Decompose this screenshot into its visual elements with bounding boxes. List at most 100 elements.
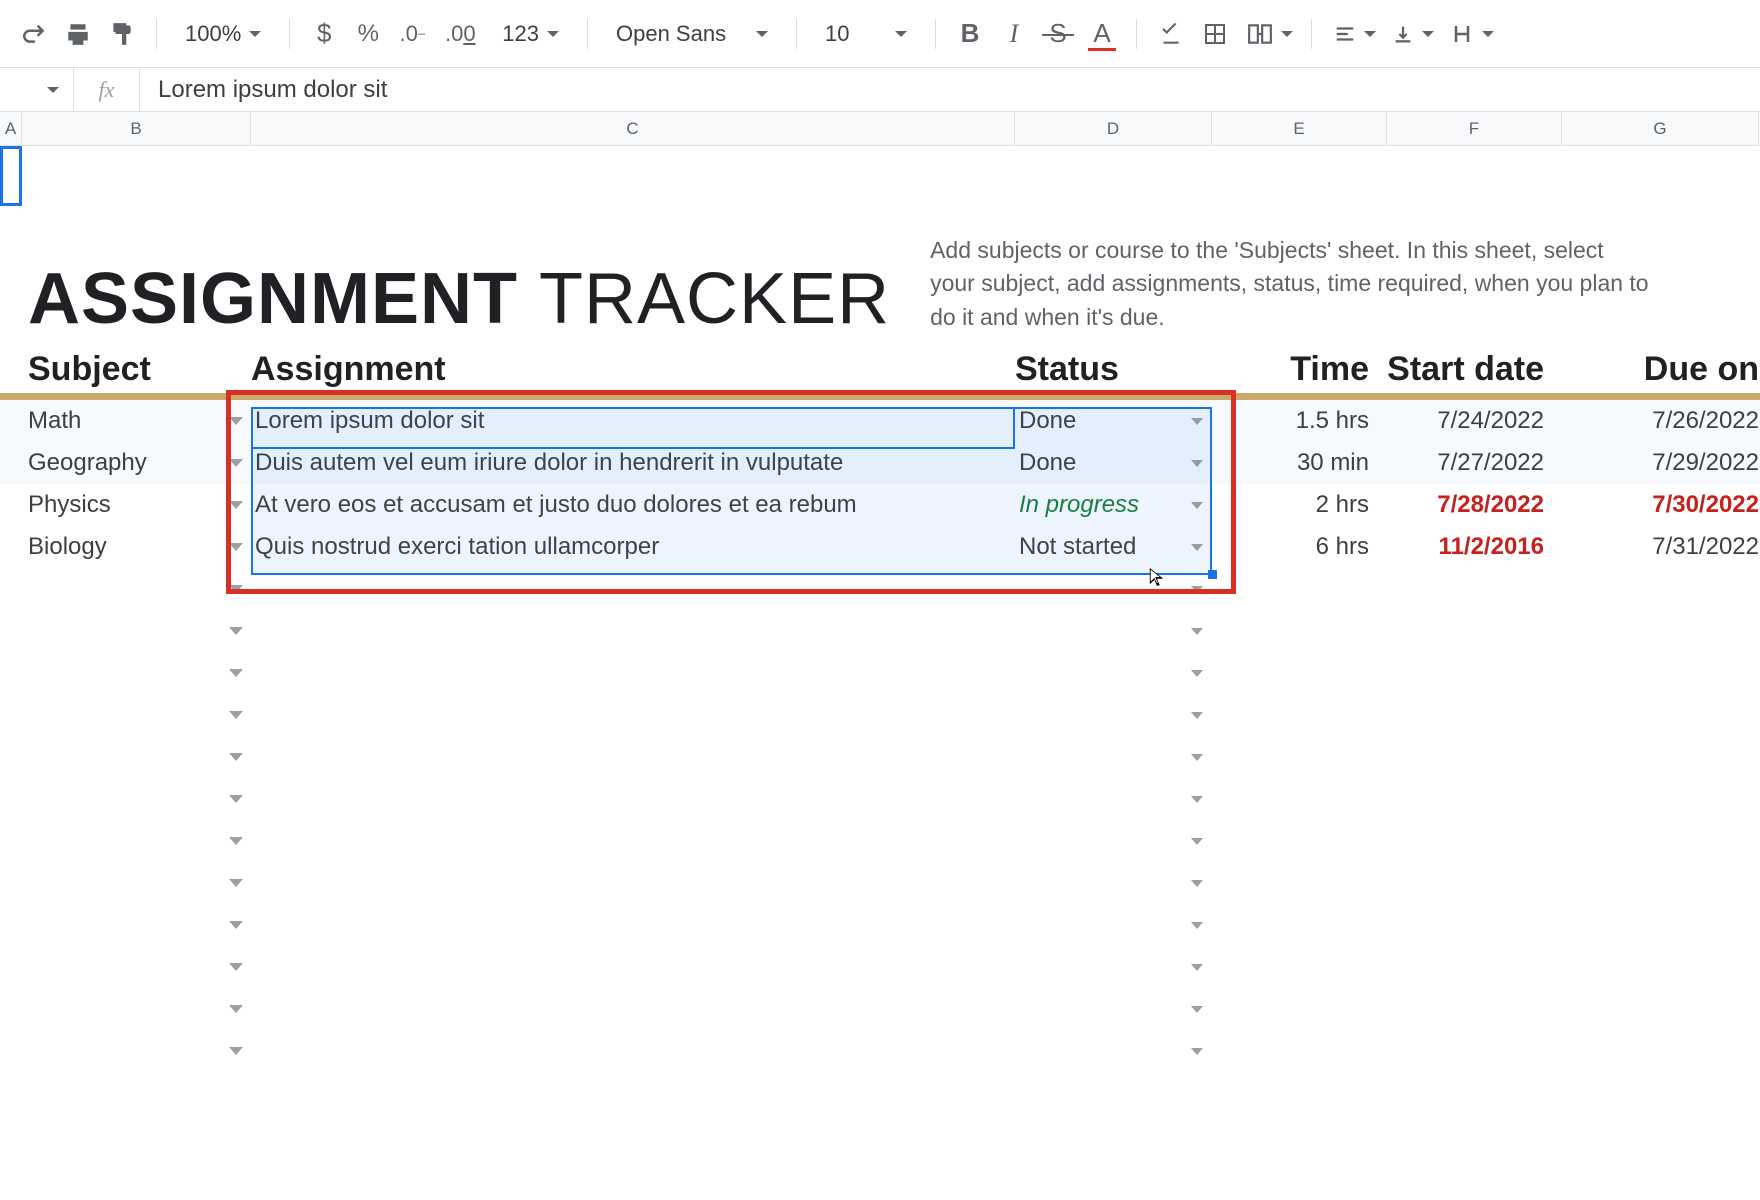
status-dropdown[interactable]: [1182, 460, 1212, 467]
text-wrap-button[interactable]: [1442, 14, 1498, 54]
cell-assignment[interactable]: Lorem ipsum dolor sit: [251, 407, 1015, 435]
subject-dropdown[interactable]: [221, 1005, 251, 1013]
cell-due-date[interactable]: 7/26/2022: [1562, 407, 1759, 435]
formula-input[interactable]: Lorem ipsum dolor sit: [140, 76, 1760, 104]
status-dropdown[interactable]: [1182, 838, 1212, 845]
cell-due-date[interactable]: 7/30/2022: [1562, 491, 1759, 519]
table-row[interactable]: Physics At vero eos et accusam et justo d…: [0, 484, 1760, 526]
subject-dropdown[interactable]: [221, 501, 251, 509]
cell-subject[interactable]: Geography: [28, 449, 221, 477]
status-dropdown[interactable]: [1182, 670, 1212, 677]
table-row-empty[interactable]: [0, 610, 1760, 652]
font-size-select[interactable]: 10: [811, 14, 921, 54]
status-dropdown[interactable]: [1182, 796, 1212, 803]
table-row[interactable]: Biology Quis nostrud exerci tation ullamc…: [0, 526, 1760, 568]
table-row-empty[interactable]: [0, 568, 1760, 610]
status-dropdown[interactable]: [1182, 712, 1212, 719]
subject-dropdown[interactable]: [221, 711, 251, 719]
col-header-A[interactable]: A: [0, 112, 22, 145]
status-dropdown[interactable]: [1182, 1048, 1212, 1055]
cell-status[interactable]: In progress: [1015, 491, 1182, 519]
cell-status[interactable]: Done: [1015, 449, 1182, 477]
col-header-F[interactable]: F: [1387, 112, 1562, 145]
status-dropdown[interactable]: [1182, 628, 1212, 635]
spreadsheet-grid[interactable]: ASSIGNMENT TRACKER Add subjects or cours…: [0, 146, 1760, 1072]
redo-button[interactable]: [14, 14, 54, 54]
name-box[interactable]: [0, 68, 74, 111]
status-dropdown[interactable]: [1182, 964, 1212, 971]
status-dropdown[interactable]: [1182, 544, 1212, 551]
cell-time[interactable]: 6 hrs: [1212, 533, 1387, 561]
subject-dropdown[interactable]: [221, 627, 251, 635]
subject-dropdown[interactable]: [221, 417, 251, 425]
col-header-D[interactable]: D: [1015, 112, 1212, 145]
merge-cells-button[interactable]: [1239, 14, 1297, 54]
cell-time[interactable]: 2 hrs: [1212, 491, 1387, 519]
table-row[interactable]: Math Lorem ipsum dolor sitDone 1.5 hrs7/24…: [0, 400, 1760, 442]
more-formats-select[interactable]: 123: [488, 14, 573, 54]
cell-due-date[interactable]: 7/31/2022: [1562, 533, 1759, 561]
fill-color-button[interactable]: [1151, 14, 1191, 54]
cell-subject[interactable]: Biology: [28, 533, 221, 561]
col-header-C[interactable]: C: [251, 112, 1015, 145]
table-row-empty[interactable]: [0, 988, 1760, 1030]
cell-due-date[interactable]: 7/29/2022: [1562, 449, 1759, 477]
table-row-empty[interactable]: [0, 862, 1760, 904]
status-dropdown[interactable]: [1182, 922, 1212, 929]
table-row-empty[interactable]: [0, 1030, 1760, 1072]
table-row-empty[interactable]: [0, 778, 1760, 820]
zoom-select[interactable]: 100%: [171, 14, 275, 54]
cell-start-date[interactable]: 7/28/2022: [1387, 491, 1562, 519]
paint-format-button[interactable]: [102, 14, 142, 54]
text-color-button[interactable]: A: [1082, 14, 1122, 54]
subject-dropdown[interactable]: [221, 543, 251, 551]
increase-decimal-button[interactable]: .00: [436, 14, 484, 54]
strikethrough-button[interactable]: S: [1038, 14, 1078, 54]
cell-subject[interactable]: Math: [28, 407, 221, 435]
italic-button[interactable]: I: [994, 14, 1034, 54]
table-row-empty[interactable]: [0, 694, 1760, 736]
cell-start-date[interactable]: 11/2/2016: [1387, 533, 1562, 561]
status-dropdown[interactable]: [1182, 880, 1212, 887]
cell-time[interactable]: 1.5 hrs: [1212, 407, 1387, 435]
cell-status[interactable]: Done: [1015, 407, 1182, 435]
subject-dropdown[interactable]: [221, 879, 251, 887]
cell-time[interactable]: 30 min: [1212, 449, 1387, 477]
currency-button[interactable]: $: [304, 14, 344, 54]
cell-start-date[interactable]: 7/27/2022: [1387, 449, 1562, 477]
cell-assignment[interactable]: At vero eos et accusam et justo duo dolo…: [251, 491, 1015, 519]
vertical-align-button[interactable]: [1384, 14, 1438, 54]
print-button[interactable]: [58, 14, 98, 54]
table-row[interactable]: Geography Duis autem vel eum iriure dolor…: [0, 442, 1760, 484]
font-select[interactable]: Open Sans: [602, 14, 782, 54]
status-dropdown[interactable]: [1182, 586, 1212, 593]
col-header-B[interactable]: B: [22, 112, 251, 145]
status-dropdown[interactable]: [1182, 754, 1212, 761]
subject-dropdown[interactable]: [221, 459, 251, 467]
borders-button[interactable]: [1195, 14, 1235, 54]
subject-dropdown[interactable]: [221, 837, 251, 845]
table-row-empty[interactable]: [0, 736, 1760, 778]
col-header-E[interactable]: E: [1212, 112, 1387, 145]
subject-dropdown[interactable]: [221, 669, 251, 677]
subject-dropdown[interactable]: [221, 753, 251, 761]
table-row-empty[interactable]: [0, 946, 1760, 988]
cell-assignment[interactable]: Quis nostrud exerci tation ullamcorper: [251, 533, 1015, 561]
subject-dropdown[interactable]: [221, 921, 251, 929]
subject-dropdown[interactable]: [221, 795, 251, 803]
status-dropdown[interactable]: [1182, 502, 1212, 509]
cell-start-date[interactable]: 7/24/2022: [1387, 407, 1562, 435]
subject-dropdown[interactable]: [221, 585, 251, 593]
cell-subject[interactable]: Physics: [28, 491, 221, 519]
table-row-empty[interactable]: [0, 652, 1760, 694]
table-row-empty[interactable]: [0, 820, 1760, 862]
cell-status[interactable]: Not started: [1015, 533, 1182, 561]
decrease-decimal-button[interactable]: .0_: [392, 14, 432, 54]
table-row-empty[interactable]: [0, 904, 1760, 946]
percent-button[interactable]: %: [348, 14, 388, 54]
selection-handle[interactable]: [1208, 570, 1217, 579]
subject-dropdown[interactable]: [221, 963, 251, 971]
cell-assignment[interactable]: Duis autem vel eum iriure dolor in hendr…: [251, 449, 1015, 477]
horizontal-align-button[interactable]: [1326, 14, 1380, 54]
col-header-G[interactable]: G: [1562, 112, 1759, 145]
